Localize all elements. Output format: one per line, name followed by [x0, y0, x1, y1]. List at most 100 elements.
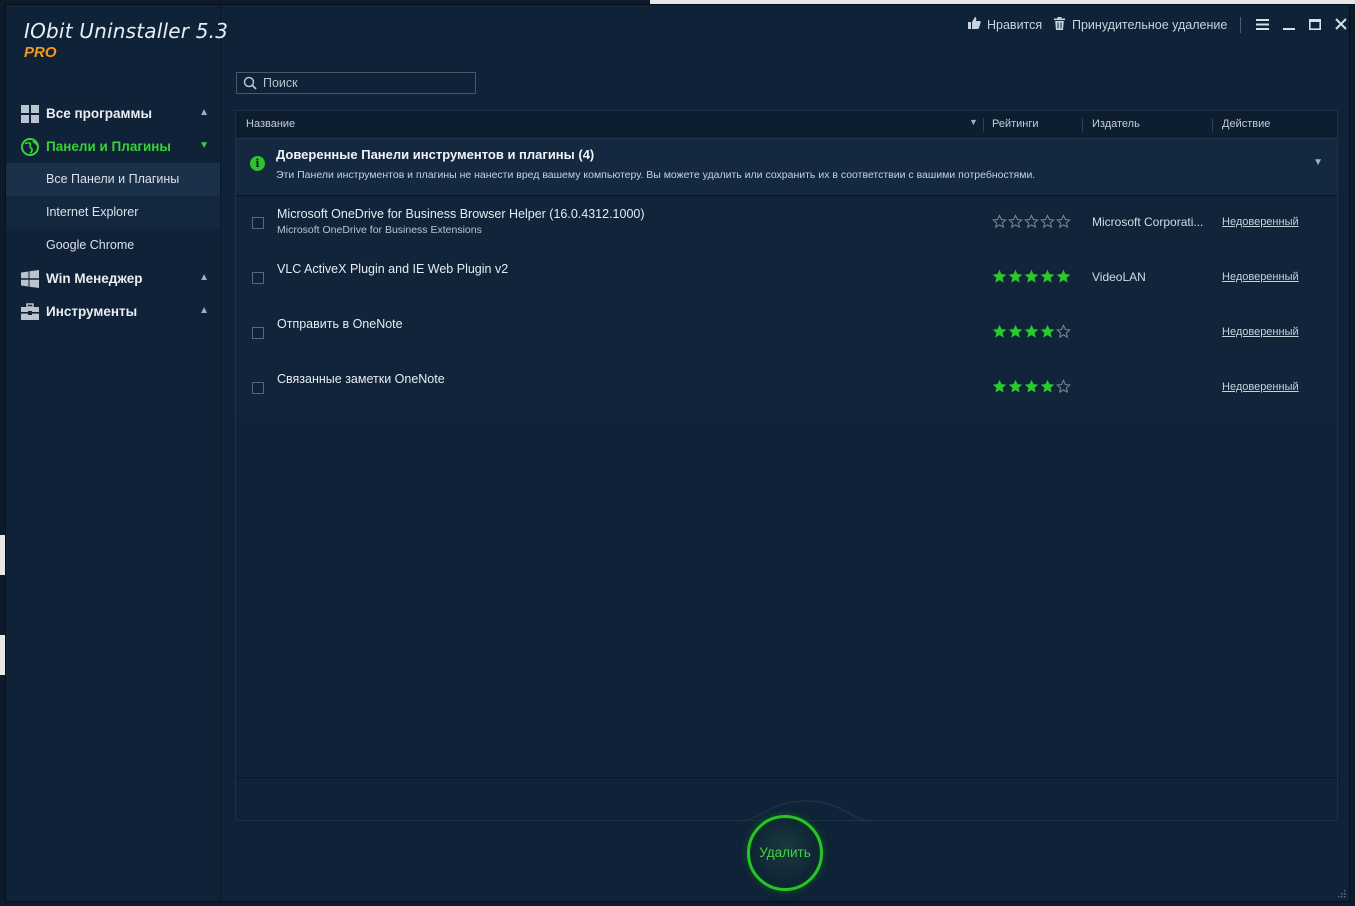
column-header-publisher[interactable]: Издатель — [1092, 118, 1140, 130]
search-input[interactable] — [263, 73, 468, 93]
row-checkbox[interactable] — [252, 217, 264, 229]
thumbs-up-icon — [968, 17, 981, 32]
minimize-icon — [1283, 17, 1295, 33]
star-filled-icon — [992, 324, 1007, 344]
star-filled-icon — [992, 269, 1007, 289]
row-publisher: Microsoft Corporati... — [1092, 215, 1204, 229]
sidebar-subitem-internet-explorer[interactable]: Internet Explorer — [6, 196, 220, 229]
sidebar-subitem-all-toolbars[interactable]: Все Панели и Плагины — [6, 163, 220, 196]
empty-row — [236, 637, 1337, 693]
sidebar-subitem-label: Google Chrome — [46, 238, 135, 252]
chevron-up-icon: ▲ — [199, 305, 209, 316]
star-filled-icon — [1024, 269, 1039, 289]
search-box — [236, 72, 476, 94]
menu-icon — [1255, 17, 1269, 33]
star-filled-icon — [1024, 324, 1039, 344]
mark-untrusted-link[interactable]: Недоверенный — [1222, 381, 1299, 393]
globe-icon — [21, 138, 39, 156]
table-row[interactable]: Связанные заметки OneNote Недоверенный — [236, 362, 1337, 418]
row-name: Microsoft OneDrive for Business Browser … — [277, 207, 645, 221]
table-row[interactable]: VLC ActiveX Plugin and IE Web Plugin v2 V… — [236, 252, 1337, 308]
star-empty-icon — [1056, 324, 1071, 344]
sidebar-item-all-programs[interactable]: Все программы ▲ — [6, 97, 220, 130]
chevron-up-icon: ▲ — [199, 272, 209, 283]
star-filled-icon — [1040, 269, 1055, 289]
force-uninstall-button[interactable]: Принудительное удаление — [1054, 17, 1227, 33]
column-header-action[interactable]: Действие — [1222, 118, 1270, 130]
column-divider — [983, 118, 984, 132]
app-edition: PRO — [24, 44, 57, 61]
star-empty-icon — [1008, 214, 1023, 234]
empty-row — [236, 582, 1337, 638]
chevron-up-icon: ▲ — [199, 107, 209, 118]
sidebar: IObit Uninstaller 5.3 PRO Все программы … — [6, 5, 228, 901]
row-publisher: VideoLAN — [1092, 270, 1146, 284]
menu-button[interactable] — [1252, 15, 1272, 35]
empty-row — [236, 747, 1337, 778]
star-empty-icon — [1056, 379, 1071, 399]
mark-untrusted-link[interactable]: Недоверенный — [1222, 271, 1299, 283]
star-filled-icon — [1040, 379, 1055, 399]
group-description: Эти Панели инструментов и плагины не нан… — [276, 169, 1036, 181]
star-filled-icon — [1008, 324, 1023, 344]
app-logo: IObit Uninstaller 5.3 PRO — [24, 19, 228, 61]
sidebar-subitem-google-chrome[interactable]: Google Chrome — [6, 229, 220, 262]
sidebar-item-label: Все программы — [46, 106, 153, 121]
table-header: Название ▼ Рейтинги Издатель Действие — [236, 111, 1337, 139]
row-checkbox[interactable] — [252, 327, 264, 339]
mark-untrusted-link[interactable]: Недоверенный — [1222, 326, 1299, 338]
group-title: Доверенные Панели инструментов и плагины… — [276, 147, 595, 162]
close-icon — [1335, 17, 1347, 33]
star-empty-icon — [1024, 214, 1039, 234]
empty-row — [236, 417, 1337, 473]
sidebar-subitem-label: Все Панели и Плагины — [46, 172, 180, 186]
row-name: Отправить в OneNote — [277, 317, 403, 331]
title-bar: Нравится Принудительное удаление — [220, 5, 1349, 45]
star-filled-icon — [1024, 379, 1039, 399]
rating-stars — [992, 269, 1071, 289]
sidebar-item-label: Инструменты — [46, 304, 138, 319]
sidebar-subitem-label: Internet Explorer — [46, 205, 139, 219]
sort-arrow-icon[interactable]: ▼ — [969, 117, 978, 127]
row-name: VLC ActiveX Plugin and IE Web Plugin v2 — [277, 262, 509, 276]
column-header-name[interactable]: Название — [246, 118, 295, 130]
table-row[interactable]: Microsoft OneDrive for Business Browser … — [236, 197, 1337, 253]
minimize-button[interactable] — [1279, 15, 1299, 35]
force-uninstall-label: Принудительное удаление — [1072, 18, 1228, 32]
sidebar-item-label: Панели и Плагины — [46, 139, 171, 154]
star-filled-icon — [1008, 269, 1023, 289]
like-label: Нравится — [987, 17, 1043, 32]
app-title: IObit Uninstaller 5.3 — [24, 19, 229, 43]
sidebar-nav: Все программы ▲ Панели и Плагины ▼ Все П… — [6, 97, 220, 328]
trash-icon — [1054, 17, 1065, 33]
group-header-trusted[interactable]: i Доверенные Панели инструментов и плаги… — [236, 139, 1337, 196]
close-button[interactable] — [1331, 15, 1351, 35]
chevron-down-icon[interactable]: ▼ — [1313, 157, 1323, 168]
row-subtitle: Microsoft OneDrive for Business Extensio… — [277, 224, 482, 236]
sidebar-item-tools[interactable]: Инструменты ▲ — [6, 295, 220, 328]
like-button[interactable]: Нравится — [968, 17, 1042, 32]
resize-grip-icon[interactable] — [1336, 888, 1346, 898]
row-name: Связанные заметки OneNote — [277, 372, 445, 386]
row-checkbox[interactable] — [252, 382, 264, 394]
table-row[interactable]: Отправить в OneNote Недоверенный — [236, 307, 1337, 363]
star-empty-icon — [1056, 214, 1071, 234]
toolbar-divider — [1240, 17, 1241, 33]
mark-untrusted-link[interactable]: Недоверенный — [1222, 216, 1299, 228]
maximize-button[interactable] — [1305, 15, 1325, 35]
sidebar-item-label: Win Менеджер — [46, 271, 143, 286]
star-filled-icon — [1056, 269, 1071, 289]
star-empty-icon — [992, 214, 1007, 234]
app-window: IObit Uninstaller 5.3 PRO Все программы … — [5, 4, 1350, 902]
windows-icon — [21, 270, 39, 288]
empty-row — [236, 692, 1337, 748]
empty-row — [236, 472, 1337, 528]
grid-icon — [21, 105, 39, 123]
row-checkbox[interactable] — [252, 272, 264, 284]
chevron-down-icon: ▼ — [199, 140, 209, 151]
sidebar-item-toolbars-plugins[interactable]: Панели и Плагины ▼ — [6, 130, 220, 163]
column-header-ratings[interactable]: Рейтинги — [992, 118, 1039, 130]
uninstall-button[interactable]: Удалить — [747, 815, 823, 891]
sidebar-item-win-manager[interactable]: Win Менеджер ▲ — [6, 262, 220, 295]
search-icon — [243, 76, 257, 90]
